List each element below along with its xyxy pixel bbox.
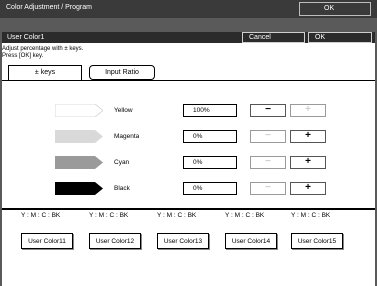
color-label: Magenta (114, 133, 140, 140)
preset-ratio-label: Y : M : C : BK (225, 212, 265, 219)
black-minus-button[interactable]: − (250, 182, 286, 195)
section-divider (2, 208, 375, 210)
color-row-magenta: Magenta 0% − + (2, 130, 375, 152)
color-row-yellow: Yellow 100% − + (2, 104, 375, 126)
yellow-value-field[interactable]: 100% (183, 104, 237, 117)
color-label: Black (114, 185, 130, 192)
instruction-line: Adjust percentage with ± keys. (2, 46, 84, 52)
cyan-minus-button[interactable]: − (250, 156, 286, 169)
color-row-cyan: Cyan 0% − + (2, 156, 375, 178)
instruction-line: Press [OK] key. (2, 53, 44, 59)
cyan-plus-button[interactable]: + (290, 156, 326, 169)
black-plus-button[interactable]: + (290, 182, 326, 195)
cancel-button[interactable]: Cancel (242, 32, 305, 43)
user-color13-button[interactable]: User Color13 (157, 233, 209, 249)
yellow-minus-button[interactable]: − (250, 104, 286, 117)
preset-ratio-label: Y : M : C : BK (21, 212, 61, 219)
magenta-plus-button[interactable]: + (290, 130, 326, 143)
header-bar: User Color1 Cancel OK (2, 32, 375, 43)
yellow-plus-button[interactable]: + (290, 104, 326, 117)
user-color12-button[interactable]: User Color12 (89, 233, 141, 249)
black-swatch-arrow (55, 182, 103, 195)
tab-plus-minus-keys[interactable]: ± keys (8, 65, 82, 81)
yellow-swatch-arrow (55, 104, 103, 117)
tab-input-ratio[interactable]: Input Ratio (89, 65, 155, 80)
window-title: Color Adjustment / Program (6, 4, 92, 11)
color-label: Cyan (114, 159, 130, 166)
tab-divider (2, 80, 375, 81)
color-row-black: Black 0% − + (2, 182, 375, 204)
magenta-swatch-arrow (55, 130, 103, 143)
instructions: Adjust percentage with ± keys. Press [OK… (2, 46, 83, 60)
cyan-swatch-arrow (55, 156, 103, 169)
user-color14-button[interactable]: User Color14 (225, 233, 277, 249)
black-value-field[interactable]: 0% (183, 182, 237, 195)
preset-ratio-label: Y : M : C : BK (291, 212, 331, 219)
preset-ratio-label: Y : M : C : BK (89, 212, 129, 219)
window-ok-button[interactable]: OK (299, 2, 371, 16)
cyan-value-field[interactable]: 0% (183, 156, 237, 169)
title-bar: Color Adjustment / Program OK (0, 0, 377, 18)
color-label: Yellow (114, 107, 133, 114)
preset-ratio-label: Y : M : C : BK (157, 212, 197, 219)
magenta-minus-button[interactable]: − (250, 130, 286, 143)
user-color15-button[interactable]: User Color15 (291, 233, 343, 249)
user-color11-button[interactable]: User Color11 (21, 233, 73, 249)
adjustment-panel: Adjust percentage with ± keys. Press [OK… (2, 43, 375, 286)
ok-button[interactable]: OK (308, 32, 372, 43)
magenta-value-field[interactable]: 0% (183, 130, 237, 143)
program-title: User Color1 (7, 34, 45, 41)
